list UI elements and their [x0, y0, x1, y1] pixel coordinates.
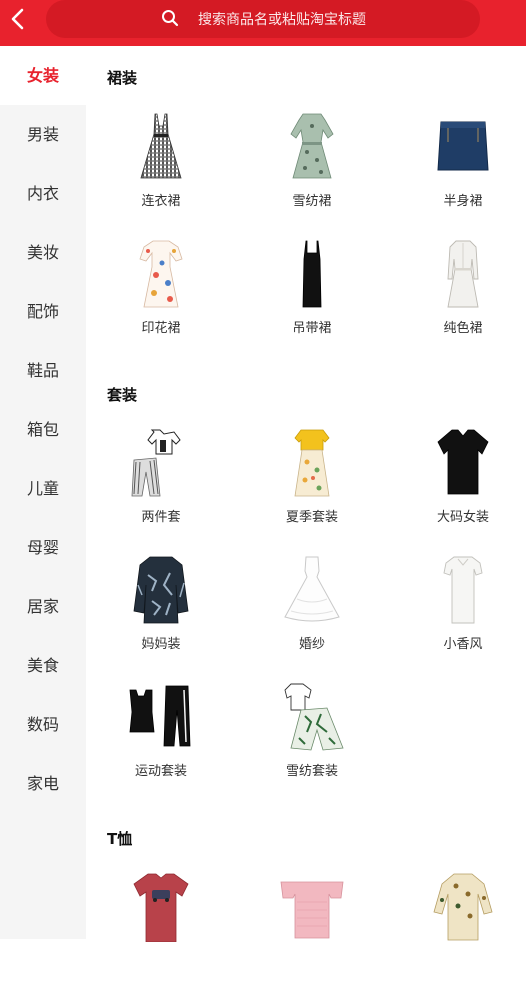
category-item[interactable]: 小香风: [388, 555, 526, 675]
category-item[interactable]: [237, 872, 387, 992]
sidebar-item-baby[interactable]: 母婴: [0, 518, 86, 577]
category-label: 妈妈装: [141, 637, 181, 652]
sidebar-item-shoes[interactable]: 鞋品: [0, 341, 86, 400]
category-label: 连衣裙: [141, 194, 181, 209]
top-bar: 搜索商品名或粘贴淘宝标题: [0, 0, 526, 46]
sidebar-item-womens[interactable]: 女装: [0, 46, 86, 105]
chevron-left-icon[interactable]: [8, 7, 30, 31]
sidebar-item-bags[interactable]: 箱包: [0, 400, 86, 459]
mom-blouse-icon: [133, 556, 189, 624]
category-label: 两件套: [141, 510, 181, 525]
section-title-dresses: 裙装: [107, 69, 138, 87]
search-input[interactable]: 搜索商品名或粘贴淘宝标题: [46, 0, 480, 38]
summer-set-icon: [294, 429, 330, 497]
sidebar-item-kids[interactable]: 儿童: [0, 459, 86, 518]
sidebar-item-mens[interactable]: 男装: [0, 105, 86, 164]
category-label: 夏季套装: [285, 510, 338, 525]
pink-offshoulder-top-icon: [280, 881, 344, 939]
red-tshirt-icon: [133, 873, 189, 942]
category-label: 雪纺裙: [292, 194, 332, 209]
plaid-dress-icon: [140, 113, 182, 179]
sidebar-item-underwear[interactable]: 内衣: [0, 164, 86, 223]
section-title-sets: 套装: [107, 386, 138, 404]
category-item[interactable]: 印花裙: [86, 239, 236, 359]
chiffon-set-icon: [284, 683, 344, 751]
wedding-dress-icon: [284, 556, 340, 622]
white-shirt-dress-icon: [443, 556, 483, 624]
solid-dress-icon: [447, 240, 479, 308]
sidebar-item-digital[interactable]: 数码: [0, 695, 86, 754]
category-item[interactable]: 吊带裙: [237, 239, 387, 359]
category-item[interactable]: 雪纺套装: [237, 682, 387, 802]
category-item[interactable]: 大码女装: [388, 428, 526, 548]
category-item[interactable]: 半身裙: [388, 112, 526, 232]
slip-dress-icon: [302, 240, 322, 308]
category-label: 印花裙: [141, 321, 181, 336]
category-label: 小香风: [443, 637, 483, 652]
category-item[interactable]: 运动套装: [86, 682, 236, 802]
sports-set-icon: [129, 685, 191, 747]
category-item[interactable]: 婚纱: [237, 555, 387, 675]
category-item[interactable]: 夏季套装: [237, 428, 387, 548]
sidebar-item-appliances[interactable]: 家电: [0, 754, 86, 813]
section-title-tshirts: T恤: [107, 830, 133, 848]
print-dress-icon: [139, 240, 183, 308]
category-label: 运动套装: [134, 764, 187, 779]
category-item[interactable]: [86, 872, 236, 992]
sidebar-item-food[interactable]: 美食: [0, 636, 86, 695]
floral-top-icon: [433, 873, 493, 941]
denim-skirt-icon: [437, 121, 489, 171]
sidebar-item-home[interactable]: 居家: [0, 577, 86, 636]
category-label: 纯色裙: [443, 321, 483, 336]
category-item[interactable]: 纯色裙: [388, 239, 526, 359]
category-item[interactable]: 妈妈装: [86, 555, 236, 675]
chiffon-dress-icon: [290, 113, 334, 179]
search-icon: [162, 10, 179, 27]
category-item[interactable]: 两件套: [86, 428, 236, 548]
plus-size-top-icon: [437, 429, 489, 495]
category-sidebar: 女装 男装 内衣 美妆 配饰 鞋品 箱包 儿童 母婴 居家 美食 数码 家电: [0, 46, 86, 939]
sidebar-item-beauty[interactable]: 美妆: [0, 223, 86, 282]
category-item[interactable]: 连衣裙: [86, 112, 236, 232]
category-label: 雪纺套装: [285, 764, 338, 779]
two-piece-set-icon: [131, 429, 181, 497]
category-item[interactable]: [388, 872, 526, 992]
sidebar-item-accessories[interactable]: 配饰: [0, 282, 86, 341]
category-label: 吊带裙: [292, 321, 332, 336]
category-label: 婚纱: [298, 637, 325, 652]
category-label: 大码女装: [436, 510, 489, 525]
category-label: 半身裙: [443, 194, 483, 209]
category-item[interactable]: 雪纺裙: [237, 112, 387, 232]
search-placeholder: 搜索商品名或粘贴淘宝标题: [198, 12, 366, 28]
